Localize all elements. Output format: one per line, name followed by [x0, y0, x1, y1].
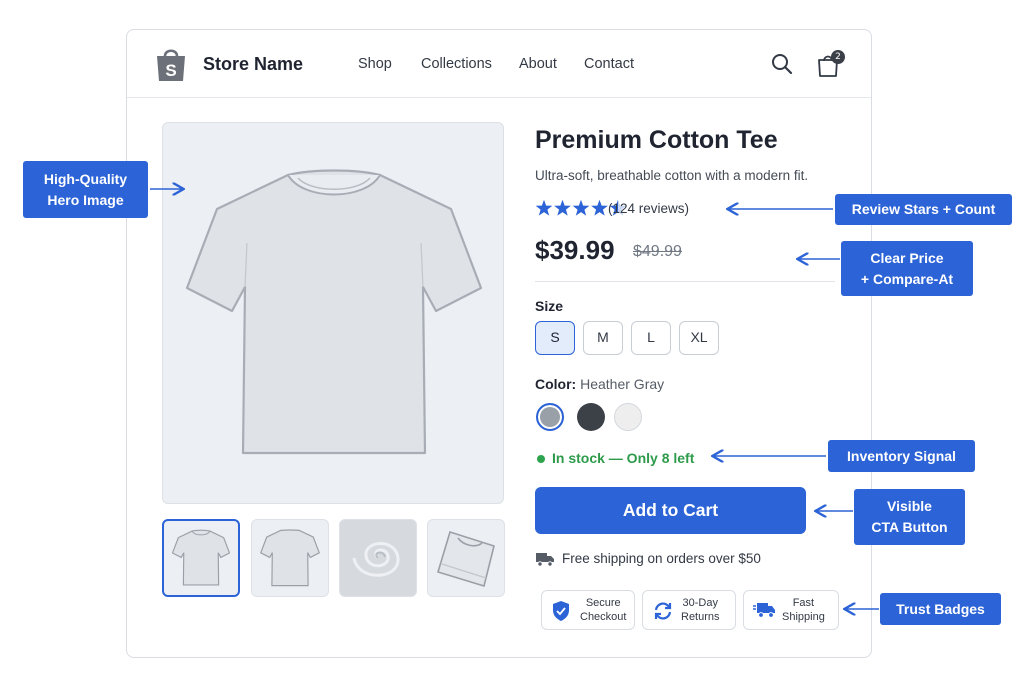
callout-clear-price: Clear Price + Compare-At	[841, 241, 973, 296]
callout-hero-image: High-Quality Hero Image	[23, 161, 148, 218]
callout-review-stars: Review Stars + Count	[835, 194, 1012, 225]
callout-price-line1: Clear Price	[870, 249, 944, 266]
callout-hero-line1: High-Quality	[43, 170, 128, 187]
callout-cta-line2: CTA Button	[871, 519, 948, 535]
callout-cta-line1: Visible	[887, 498, 932, 514]
callout-price-line2: + Compare-At	[860, 270, 954, 287]
callout-hero-line2: Hero Image	[47, 191, 124, 208]
callout-cta-button: Visible CTA Button	[854, 489, 965, 545]
callout-trust-badges: Trust Badges	[880, 593, 1001, 625]
callout-inventory-signal: Inventory Signal	[828, 440, 975, 472]
annotation-arrows	[150, 0, 879, 683]
